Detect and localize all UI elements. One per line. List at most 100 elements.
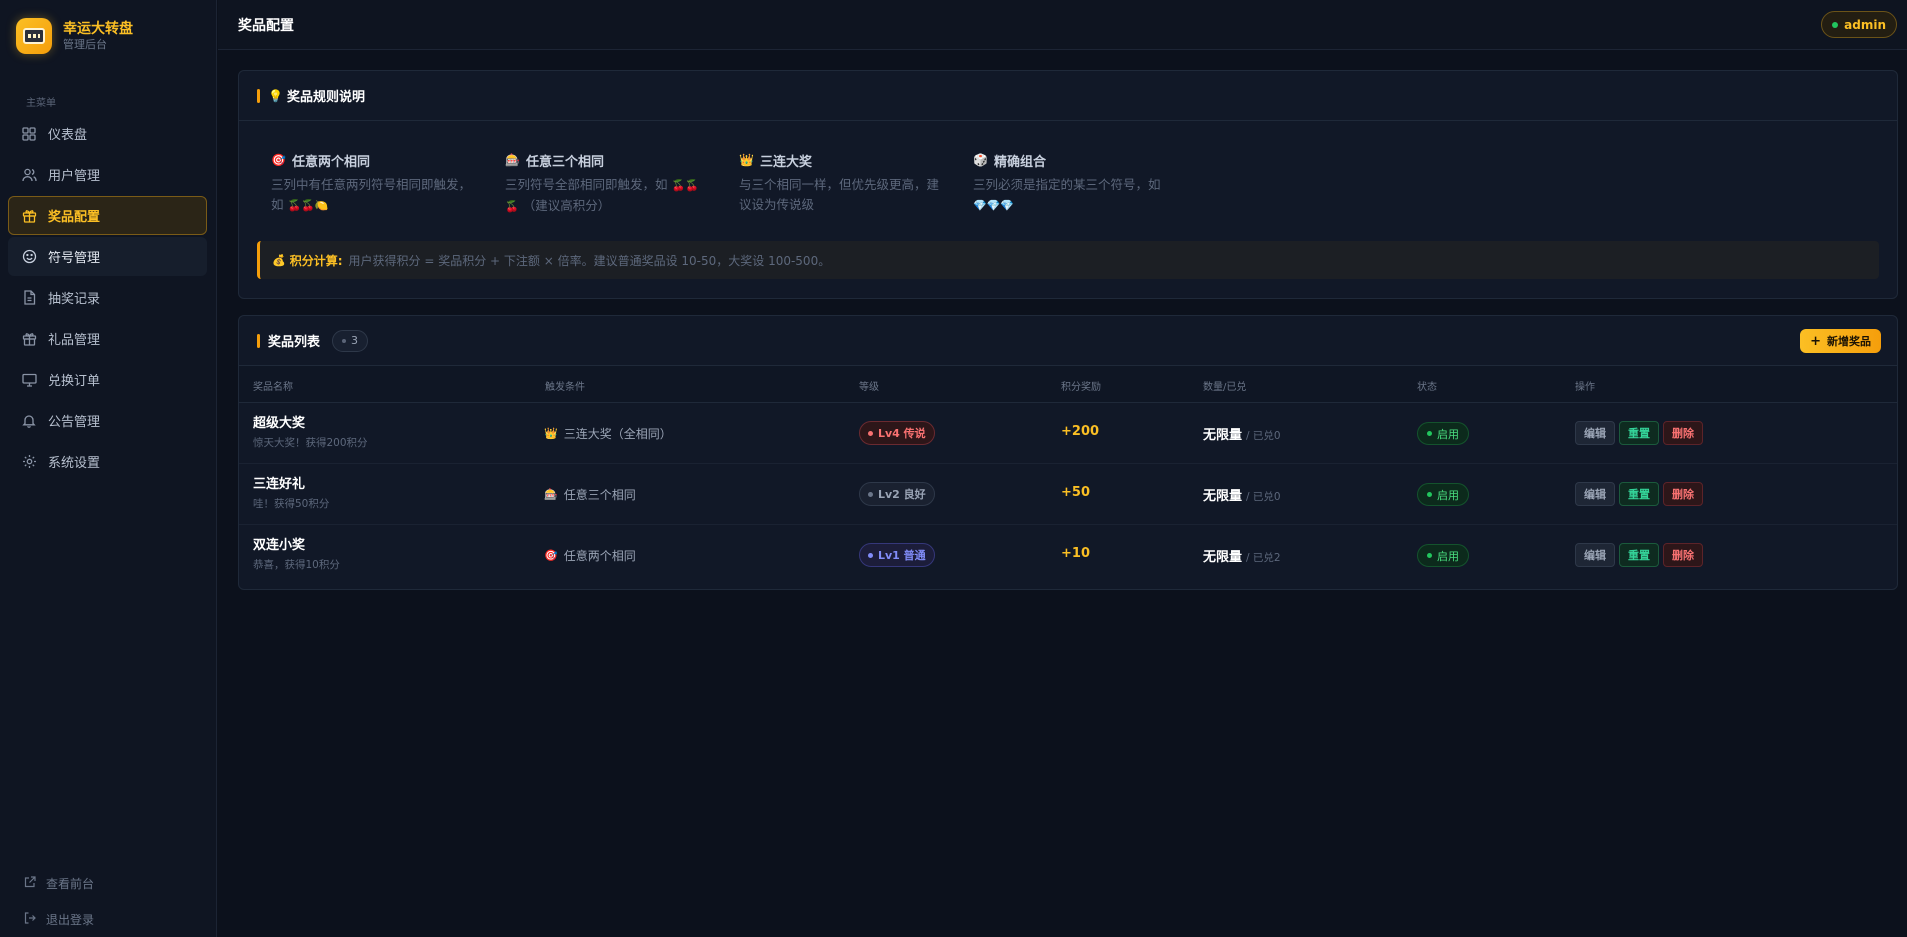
grid-icon bbox=[21, 126, 37, 142]
score-calculation-note: 💰 积分计算: 用户获得积分 = 奖品积分 + 下注额 × 倍率。建议普通奖品设… bbox=[257, 241, 1879, 279]
sidebar-item-label: 用户管理 bbox=[48, 169, 101, 184]
sidebar-item-symbols[interactable]: 符号管理 bbox=[8, 237, 207, 276]
sidebar-item-announcements[interactable]: 公告管理 bbox=[8, 401, 207, 440]
example-symbols: 🍒🍒🍋 bbox=[287, 199, 329, 212]
logout-link[interactable]: 退出登录 bbox=[24, 909, 94, 929]
main-menu: 仪表盘 用户管理 奖品配置 符号管理 抽奖记录 礼品管理 兑换订单 公告管理 系… bbox=[8, 114, 207, 483]
monitor-icon bbox=[21, 372, 37, 388]
edit-button[interactable]: 编辑 bbox=[1575, 543, 1615, 567]
status-badge[interactable]: 启用 bbox=[1417, 544, 1469, 567]
file-icon bbox=[21, 290, 37, 306]
sidebar-item-label: 仪表盘 bbox=[48, 128, 88, 143]
top-bar: 奖品配置 admin bbox=[218, 0, 1907, 50]
plus-icon: + bbox=[1810, 333, 1821, 349]
sidebar-item-label: 公告管理 bbox=[48, 415, 101, 430]
gift-icon bbox=[21, 208, 37, 224]
score-note-text: 用户获得积分 = 奖品积分 + 下注额 × 倍率。建议普通奖品设 10-50，大… bbox=[348, 253, 831, 268]
prize-description: 哇！获得50积分 bbox=[253, 498, 330, 510]
user-menu-button[interactable]: admin bbox=[1821, 11, 1897, 38]
status-badge[interactable]: 启用 bbox=[1417, 483, 1469, 506]
menu-section-label: 主菜单 bbox=[26, 98, 56, 109]
reset-button[interactable]: 重置 bbox=[1619, 482, 1659, 506]
sidebar-item-draw-records[interactable]: 抽奖记录 bbox=[8, 278, 207, 317]
table-row: 双连小奖 恭喜，获得10积分 🎯 任意两个相同 Lv1 普通 +10 无限量 / … bbox=[239, 525, 1897, 586]
sidebar-footer: 查看前台 退出登录 bbox=[24, 873, 94, 937]
prize-count-badge: 3 bbox=[332, 329, 369, 352]
quantity: 无限量 / 已兑2 bbox=[1203, 550, 1281, 565]
crown-icon: 👑 bbox=[739, 153, 754, 167]
table-header: 奖品名称 触发条件 等级 积分奖励 数量/已兑 状态 操作 bbox=[239, 366, 1897, 403]
quantity: 无限量 / 已兑0 bbox=[1203, 489, 1281, 504]
add-prize-label: 新增奖品 bbox=[1827, 335, 1871, 348]
sidebar-item-label: 符号管理 bbox=[48, 251, 101, 266]
rule-title: 任意两个相同 bbox=[291, 154, 370, 170]
trigger-condition: 👑 三连大奖（全相同） bbox=[544, 427, 672, 441]
score-note-label: 积分计算: bbox=[289, 253, 343, 268]
brand-subtitle: 管理后台 bbox=[63, 38, 107, 51]
online-status-dot bbox=[1832, 21, 1839, 28]
lightbulb-icon: 💡 bbox=[268, 88, 283, 103]
brand[interactable]: 幸运大转盘 管理后台 bbox=[16, 18, 133, 54]
trigger-condition: 🎰 任意三个相同 bbox=[544, 488, 636, 502]
slot-machine-icon: 🎰 bbox=[505, 153, 520, 167]
column-header-status: 状态 bbox=[1417, 382, 1437, 393]
status-badge[interactable]: 启用 bbox=[1417, 422, 1469, 445]
rules-card-title: 奖品规则说明 bbox=[286, 90, 365, 105]
username: admin bbox=[1844, 17, 1886, 32]
prize-name: 双连小奖 bbox=[253, 538, 306, 553]
prize-list-card: 奖品列表 3 + 新增奖品 奖品名称 触发条件 等级 积分奖励 数量/已兑 状态… bbox=[238, 315, 1898, 590]
sidebar-item-dashboard[interactable]: 仪表盘 bbox=[8, 114, 207, 153]
points-reward: +10 bbox=[1061, 546, 1090, 561]
view-frontend-label: 查看前台 bbox=[46, 876, 95, 891]
view-frontend-link[interactable]: 查看前台 bbox=[24, 873, 94, 893]
rules-grid: 🎯 任意两个相同 三列中有任意两列符号相同即触发，如 🍒🍒🍋 🎰 任意三个相同 … bbox=[271, 151, 1207, 217]
table-row: 三连好礼 哇！获得50积分 🎰 任意三个相同 Lv2 良好 +50 无限量 / 已… bbox=[239, 464, 1897, 525]
add-prize-button[interactable]: + 新增奖品 bbox=[1800, 329, 1881, 353]
row-actions: 编辑 重置 删除 bbox=[1575, 421, 1707, 445]
reset-button[interactable]: 重置 bbox=[1619, 421, 1659, 445]
points-reward: +50 bbox=[1061, 485, 1090, 500]
delete-button[interactable]: 删除 bbox=[1663, 482, 1703, 506]
edit-button[interactable]: 编辑 bbox=[1575, 482, 1615, 506]
delete-button[interactable]: 删除 bbox=[1663, 421, 1703, 445]
column-header-condition: 触发条件 bbox=[545, 382, 585, 393]
brand-title: 幸运大转盘 bbox=[63, 21, 133, 37]
prize-name: 超级大奖 bbox=[253, 416, 306, 431]
rule-jackpot: 👑 三连大奖 与三个相同一样，但优先级更高，建议设为传说级 bbox=[739, 151, 973, 217]
crown-icon: 👑 bbox=[544, 427, 558, 440]
bell-icon bbox=[21, 413, 37, 429]
rule-title: 精确组合 bbox=[993, 154, 1046, 170]
rule-any-two: 🎯 任意两个相同 三列中有任意两列符号相同即触发，如 🍒🍒🍋 bbox=[271, 151, 505, 217]
sidebar-item-prize-config[interactable]: 奖品配置 bbox=[8, 196, 207, 235]
gift-icon bbox=[21, 331, 37, 347]
sidebar-item-label: 抽奖记录 bbox=[48, 292, 101, 307]
external-link-icon bbox=[24, 876, 38, 890]
logout-label: 退出登录 bbox=[46, 912, 95, 927]
rule-description: 三列必须是指定的某三个符号，如 💎💎💎 bbox=[973, 177, 1161, 212]
smile-icon bbox=[21, 249, 37, 265]
rule-description: 三列符号全部相同即触发，如 🍒🍒🍒 （建议高积分） bbox=[505, 177, 699, 213]
rules-card-header: 💡 奖品规则说明 bbox=[239, 71, 1897, 121]
row-actions: 编辑 重置 删除 bbox=[1575, 543, 1707, 567]
rule-exact-combo: 🎲 精确组合 三列必须是指定的某三个符号，如 💎💎💎 bbox=[973, 151, 1207, 217]
rule-title: 三连大奖 bbox=[759, 154, 812, 170]
sidebar-item-users[interactable]: 用户管理 bbox=[8, 155, 207, 194]
accent-bar bbox=[257, 333, 260, 348]
edit-button[interactable]: 编辑 bbox=[1575, 421, 1615, 445]
level-badge: Lv2 良好 bbox=[859, 482, 935, 506]
sidebar-item-label: 系统设置 bbox=[48, 456, 101, 471]
sidebar-item-orders[interactable]: 兑换订单 bbox=[8, 360, 207, 399]
prize-description: 惊天大奖！获得200积分 bbox=[253, 437, 368, 449]
prize-list-header: 奖品列表 3 + 新增奖品 bbox=[239, 316, 1897, 366]
gear-icon bbox=[21, 454, 37, 470]
page-title: 奖品配置 bbox=[238, 18, 294, 34]
target-icon: 🎯 bbox=[271, 153, 286, 167]
sidebar-item-settings[interactable]: 系统设置 bbox=[8, 442, 207, 481]
delete-button[interactable]: 删除 bbox=[1663, 543, 1703, 567]
logout-icon bbox=[24, 912, 38, 926]
sidebar-item-gifts[interactable]: 礼品管理 bbox=[8, 319, 207, 358]
table-row: 超级大奖 惊天大奖！获得200积分 👑 三连大奖（全相同） Lv4 传说 +20… bbox=[239, 403, 1897, 464]
rule-description: 与三个相同一样，但优先级更高，建议设为传说级 bbox=[739, 177, 940, 212]
reset-button[interactable]: 重置 bbox=[1619, 543, 1659, 567]
level-badge: Lv1 普通 bbox=[859, 543, 935, 567]
